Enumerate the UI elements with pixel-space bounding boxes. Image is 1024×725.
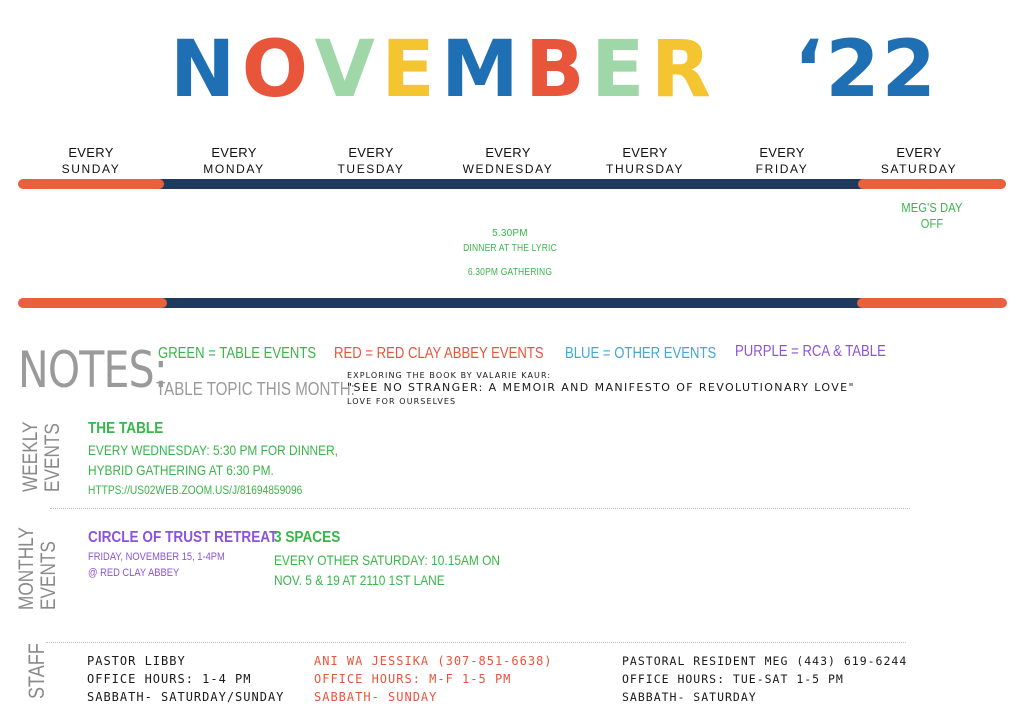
title-letter: O	[241, 25, 311, 115]
day-thursday: EVERY THURSDAY	[585, 145, 705, 177]
title-letter: B	[525, 25, 587, 115]
day-every: EVERY	[68, 145, 114, 160]
side-label-line: EVENTS	[41, 423, 64, 492]
page-title: N O V E M B E R ‘22	[170, 25, 936, 115]
staff-line: ANI WA JESSIKA (307-851-6638)	[314, 654, 553, 668]
weekly-title: THE TABLE	[88, 420, 164, 437]
spaces-block: 3 SPACES EVERY OTHER SATURDAY: 10.15AM O…	[274, 527, 500, 590]
topic-book: "SEE NO STRANGER: A MEMOIR AND MANIFESTO…	[347, 381, 855, 394]
staff-line: OFFICE HOURS: M-F 1-5 PM	[314, 672, 512, 686]
weekly-zoom-link[interactable]: HTTPS://US02WEB.ZOOM.US/J/81694859096	[88, 480, 338, 500]
title-letter: M	[441, 25, 521, 115]
day-tuesday: EVERY TUESDAY	[311, 145, 431, 177]
title-letter: E	[381, 25, 437, 115]
staff-label: STAFF	[24, 643, 49, 699]
day-name: TUESDAY	[337, 162, 405, 176]
week-bar-top-sunday	[18, 179, 164, 189]
day-every: EVERY	[622, 145, 668, 160]
title-letter: V	[314, 25, 377, 115]
day-name: WEDNESDAY	[462, 162, 554, 176]
staff-line: PASTOR LIBBY	[87, 654, 186, 668]
week-bar-bottom-navy	[150, 298, 870, 308]
side-label-line: EVENTS	[37, 541, 60, 610]
day-name: FRIDAY	[755, 162, 809, 176]
wednesday-dinner: DINNER AT THE LYRIC	[463, 243, 557, 254]
day-sunday: EVERY SUNDAY	[31, 145, 151, 177]
spaces-title: 3 SPACES	[274, 529, 341, 546]
weekly-line: HYBRID GATHERING AT 6:30 PM.	[88, 462, 274, 478]
week-bar-bottom-sunday	[18, 298, 167, 308]
wednesday-gathering: 6.30PM GATHERING	[467, 267, 553, 278]
legend-green: GREEN = TABLE EVENTS	[158, 345, 317, 362]
day-name: THURSDAY	[606, 162, 684, 176]
weekly-line: EVERY WEDNESDAY: 5:30 PM FOR DINNER,	[88, 442, 338, 458]
legend-blue: BLUE = OTHER EVENTS	[565, 345, 717, 362]
day-every: EVERY	[485, 145, 531, 160]
notes-title: NOTES:	[18, 341, 168, 399]
week-bar-bottom-saturday	[857, 298, 1007, 308]
staff-libby: PASTOR LIBBY OFFICE HOURS: 1-4 PM SABBAT…	[87, 652, 284, 706]
weekly-events-label: WEEKLY EVENTS	[19, 421, 64, 492]
topic-intro: EXPLORING THE BOOK BY VALARIE KAUR:	[347, 371, 552, 380]
day-friday: EVERY FRIDAY	[722, 145, 842, 177]
topic-label: TABLE TOPIC THIS MONTH:	[156, 379, 355, 399]
topic-sub: LOVE FOR OURSELVES	[347, 397, 457, 406]
staff-line: PASTORAL RESIDENT MEG (443) 619-6244	[622, 654, 908, 668]
side-label-line: MONTHLY	[15, 527, 38, 610]
day-every: EVERY	[211, 145, 257, 160]
retreat-place: @ RED CLAY ABBEY	[88, 567, 180, 579]
divider	[46, 642, 906, 643]
staff-line: SABBATH- SUNDAY	[314, 690, 438, 704]
title-year: ‘22	[793, 25, 938, 115]
week-bar-top-navy	[150, 179, 870, 189]
day-every: EVERY	[759, 145, 805, 160]
staff-line: OFFICE HOURS: TUE-SAT 1-5 PM	[622, 672, 844, 686]
retreat-title: CIRCLE OF TRUST RETREAT	[88, 529, 278, 546]
day-every: EVERY	[896, 145, 942, 160]
retreat-block: CIRCLE OF TRUST RETREAT FRIDAY, NOVEMBER…	[88, 527, 277, 581]
staff-line: SABBATH- SATURDAY/SUNDAY	[87, 690, 285, 704]
monthly-events-label: MONTHLY EVENTS	[15, 527, 60, 610]
legend-purple: PURPLE = RCA & TABLE	[735, 343, 886, 360]
week-bar-top-saturday	[858, 179, 1006, 189]
saturday-event: MEG'S DAY OFF	[901, 200, 963, 231]
day-saturday: EVERY SATURDAY	[859, 145, 979, 177]
title-letter: E	[591, 25, 647, 115]
spaces-line: NOV. 5 & 19 AT 2110 1ST LANE	[274, 572, 445, 588]
staff-line: SABBATH- SATURDAY	[622, 690, 757, 704]
spaces-line: EVERY OTHER SATURDAY: 10.15AM ON	[274, 552, 500, 568]
staff-ani: ANI WA JESSIKA (307-851-6638) OFFICE HOU…	[314, 652, 553, 706]
day-wednesday: EVERY WEDNESDAY	[448, 145, 568, 177]
weekly-table-block: THE TABLE EVERY WEDNESDAY: 5:30 PM FOR D…	[88, 418, 338, 500]
side-label-line: WEEKLY	[19, 421, 42, 492]
day-name: MONDAY	[203, 162, 265, 176]
title-letter: N	[170, 25, 238, 115]
title-letter: R	[650, 25, 713, 115]
divider	[50, 508, 910, 509]
day-name: SATURDAY	[880, 162, 958, 176]
staff-line: OFFICE HOURS: 1-4 PM	[87, 672, 252, 686]
day-name: SUNDAY	[61, 162, 121, 176]
staff-meg: PASTORAL RESIDENT MEG (443) 619-6244 OFF…	[622, 652, 907, 706]
legend-red: RED = RED CLAY ABBEY EVENTS	[334, 345, 544, 362]
side-label-line: STAFF	[24, 643, 49, 699]
wednesday-time: 5.30PM	[492, 228, 528, 239]
day-every: EVERY	[348, 145, 394, 160]
day-monday: EVERY MONDAY	[174, 145, 294, 177]
retreat-date: FRIDAY, NOVEMBER 15, 1-4PM	[88, 551, 225, 563]
